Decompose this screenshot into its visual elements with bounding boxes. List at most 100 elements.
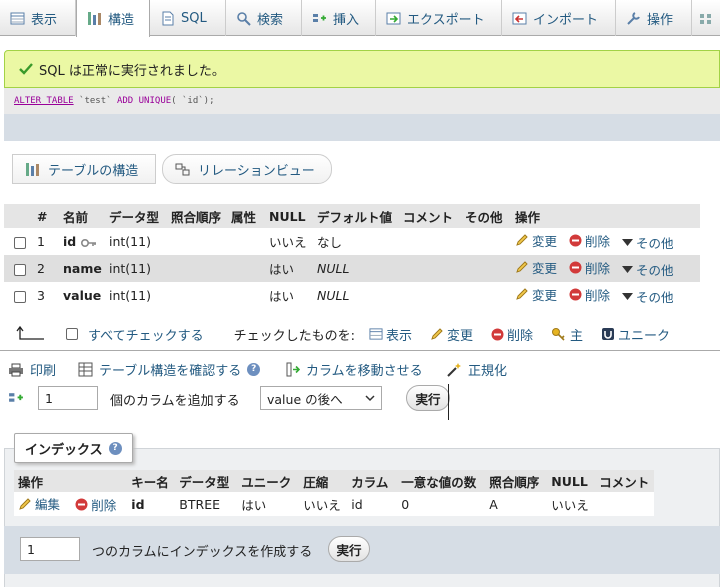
column-header: 操作	[14, 470, 128, 492]
more-dropdown[interactable]: その他	[622, 233, 674, 252]
column-header	[4, 204, 34, 228]
tab-insert[interactable]: 挿入	[302, 0, 376, 36]
with-selected-label: チェックしたものを:	[233, 328, 355, 344]
sql-icon	[162, 11, 174, 25]
unique-selected-button[interactable]: ユニーク	[601, 325, 670, 344]
column-position-select[interactable]: value の後へ	[260, 386, 382, 410]
row-number: 1	[34, 228, 60, 255]
change-link[interactable]: 変更	[515, 258, 557, 277]
add-column-count-input[interactable]: 1	[38, 386, 98, 410]
row-checkbox[interactable]	[14, 236, 26, 249]
primary-key-icon	[552, 328, 565, 341]
normalize-link[interactable]: 正規化	[446, 360, 507, 379]
arrow-left-up-icon	[16, 325, 44, 340]
row-checkbox[interactable]	[14, 263, 26, 276]
wrench-icon	[627, 11, 640, 25]
column-comment	[400, 282, 462, 309]
index-cardinality: 0	[397, 492, 486, 516]
drop-icon	[569, 261, 582, 274]
column-header: デフォルト値	[314, 204, 400, 228]
tab-browse[interactable]: 表示	[0, 0, 76, 36]
move-columns-icon	[286, 362, 300, 377]
sql-keyword: ADD UNIQUE	[116, 96, 172, 106]
propose-structure-link[interactable]: テーブル構造を確認する ?	[78, 360, 261, 379]
import-icon	[512, 12, 527, 24]
check-all-checkbox[interactable]	[66, 328, 78, 340]
help-icon[interactable]: ?	[108, 441, 122, 455]
indexes-table: 操作 キー名 データ型 ユニーク 圧縮 カラム 一意な値の数 照合順序 NULL…	[14, 470, 654, 516]
help-icon[interactable]: ?	[247, 363, 261, 376]
column-header: その他	[462, 204, 512, 228]
drop-link[interactable]: 削除	[569, 258, 610, 277]
print-link[interactable]: 印刷	[8, 360, 56, 379]
column-comment	[400, 255, 462, 282]
drop-link[interactable]: 削除	[569, 231, 610, 250]
check-all-label[interactable]: すべてチェックする	[88, 325, 204, 344]
pencil-icon	[516, 288, 528, 301]
text-cursor	[448, 384, 449, 420]
index-type: BTREE	[175, 492, 238, 516]
tab-structure[interactable]: 構造	[76, 0, 150, 37]
column-comment	[400, 228, 462, 255]
browse-selected-button[interactable]: 表示	[369, 325, 412, 344]
browse-icon	[369, 328, 383, 340]
structure-icon	[88, 12, 101, 25]
move-columns-link[interactable]: カラムを移動させる	[286, 360, 423, 379]
drop-link[interactable]: 削除	[569, 285, 610, 304]
tab-export[interactable]: エクスポート	[376, 0, 502, 36]
column-extra	[462, 282, 512, 309]
index-null: いいえ	[547, 492, 596, 516]
tab-more[interactable]	[692, 0, 720, 36]
change-link[interactable]: 変更	[515, 285, 557, 304]
column-header: 名前	[60, 204, 106, 228]
success-message: SQL は正常に実行されました。	[4, 50, 720, 88]
column-attributes	[228, 228, 266, 255]
tab-operations[interactable]: 操作	[616, 0, 692, 36]
drop-index-link[interactable]: 削除	[71, 492, 128, 516]
drop-selected-button[interactable]: 削除	[491, 325, 533, 344]
pencil-icon	[19, 498, 31, 510]
add-column-go-button[interactable]: 実行	[406, 385, 450, 411]
tab-import[interactable]: インポート	[502, 0, 616, 36]
row-checkbox[interactable]	[14, 290, 26, 303]
primary-selected-button[interactable]: 主	[551, 325, 583, 344]
edit-index-link[interactable]: 編集	[14, 492, 72, 516]
create-index-count-input[interactable]: 1	[20, 537, 80, 561]
column-position-value: value の後へ	[267, 391, 343, 407]
column-attributes	[228, 282, 266, 309]
table-row: 3 value int(11) はい NULL 変更 削除 その他	[4, 282, 700, 309]
column-header: 操作	[512, 204, 700, 228]
sql-keyword[interactable]: ALTER TABLE	[14, 96, 74, 106]
relation-view-button[interactable]: リレーションビュー	[162, 154, 332, 184]
tab-search[interactable]: 検索	[226, 0, 302, 36]
with-selected-bar: すべてチェックする チェックしたものを: 表示 変更 削除 主 ユニーク	[0, 320, 720, 348]
column-header: NULL	[547, 470, 596, 492]
column-type: int(11)	[106, 228, 168, 255]
table-structure-label: テーブルの構造	[48, 163, 139, 179]
pencil-icon	[431, 328, 443, 340]
tab-label: インポート	[533, 12, 599, 28]
index-collation: A	[485, 492, 548, 516]
change-selected-button[interactable]: 変更	[430, 325, 473, 344]
relation-view-label: リレーションビュー	[198, 163, 315, 179]
sql-rest: ( `id`);	[171, 96, 215, 106]
change-link[interactable]: 変更	[515, 231, 557, 250]
relation-icon	[175, 163, 190, 175]
row-actions: 変更 削除 その他	[512, 282, 700, 309]
table-row: 1 id int(11) いいえ なし 変更 削除 その他	[4, 228, 700, 255]
add-column-label: 個のカラムを追加する	[110, 394, 240, 409]
create-index-go-button[interactable]: 実行	[328, 536, 370, 562]
table-structure-button[interactable]: テーブルの構造	[12, 154, 156, 184]
more-dropdown[interactable]: その他	[622, 260, 674, 279]
column-default: NULL	[314, 255, 400, 282]
structure-icon	[26, 162, 39, 176]
column-collation	[168, 282, 228, 309]
magic-wand-icon	[447, 362, 461, 377]
tab-sql[interactable]: SQL	[150, 0, 226, 36]
unique-icon	[602, 328, 615, 340]
column-header: キー名	[127, 470, 176, 492]
index-unique: はい	[237, 492, 300, 516]
index-packed: いいえ	[299, 492, 348, 516]
table-row: 2 name int(11) はい NULL 変更 削除 その他	[4, 255, 700, 282]
more-dropdown[interactable]: その他	[622, 287, 674, 306]
